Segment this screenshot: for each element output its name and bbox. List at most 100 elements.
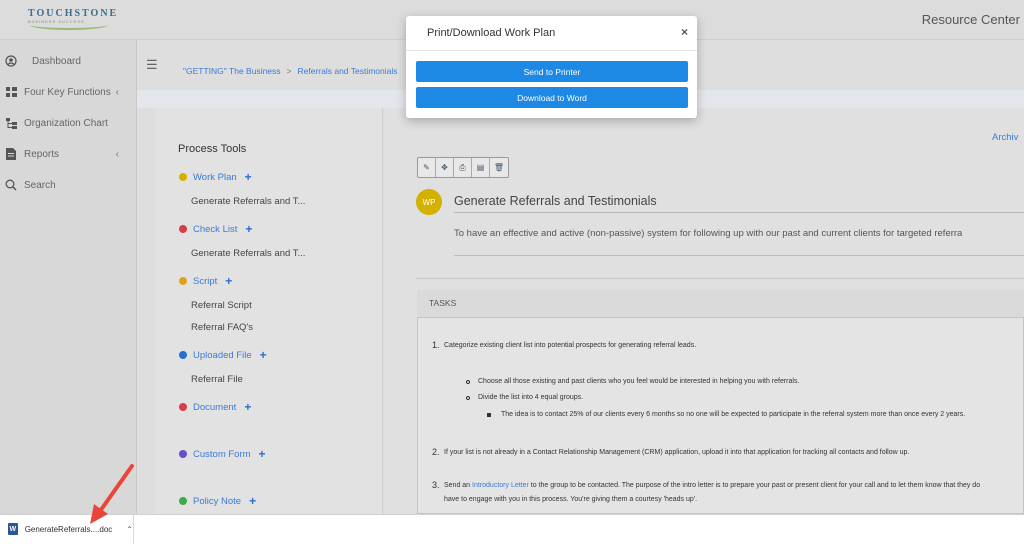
description-underline	[454, 255, 1024, 256]
section-divider	[416, 278, 1024, 279]
tasks-header	[417, 290, 1024, 318]
edit-icon[interactable]: ✎	[418, 158, 436, 177]
bullet-icon	[466, 396, 470, 400]
sidebar-item-dashboard[interactable]: Dashboard	[0, 50, 137, 72]
breadcrumb: "GETTING" The Business > Referrals and T…	[183, 66, 398, 76]
user-circle-icon	[4, 54, 18, 68]
tool-category-label: Uploaded File	[193, 349, 252, 361]
task-number: 3.	[432, 480, 440, 490]
status-dot	[179, 173, 187, 181]
logo-swoosh	[30, 20, 108, 30]
tool-item-work-plan[interactable]: Generate Referrals and T...	[191, 196, 305, 207]
status-dot	[179, 351, 187, 359]
title-underline	[454, 212, 1024, 213]
task-number: 1.	[432, 340, 440, 350]
task-number: 2.	[432, 447, 440, 457]
bullet-icon	[466, 380, 470, 384]
download-bar	[0, 514, 1024, 544]
task-text: have to engage with you in this process.…	[444, 496, 698, 503]
print-icon[interactable]: ⎙	[454, 158, 472, 177]
task-text-pre: Send an	[444, 482, 473, 489]
tasks-label: TASKS	[429, 298, 457, 308]
work-plan-badge: WP	[416, 189, 442, 215]
add-script-icon[interactable]: +	[225, 274, 232, 288]
tool-category-label: Custom Form	[193, 448, 251, 460]
add-check-list-icon[interactable]: +	[245, 222, 252, 236]
process-tools-title: Process Tools	[178, 143, 247, 155]
introductory-letter-link[interactable]: Introductory Letter	[472, 482, 529, 489]
report-icon	[4, 147, 18, 161]
tool-category-check-list[interactable]: Check List +	[179, 222, 252, 236]
task-text: If your list is not already in a Contact…	[444, 449, 910, 456]
breadcrumb-item-referrals[interactable]: Referrals and Testimonials	[298, 66, 398, 76]
add-document-icon[interactable]: +	[244, 400, 251, 414]
modal-title: Print/Download Work Plan	[427, 27, 556, 39]
sidebar-item-label: Dashboard	[32, 55, 81, 67]
resource-center-link[interactable]: Resource Center	[922, 12, 1020, 27]
download-to-word-button[interactable]: Download to Word	[416, 87, 688, 108]
status-dot	[179, 403, 187, 411]
annotation-arrow-icon	[90, 464, 134, 524]
sidebar-item-four-key-functions[interactable]: Four Key Functions ‹	[0, 81, 137, 103]
sidebar-item-search[interactable]: Search	[0, 174, 137, 196]
print-download-modal: Print/Download Work Plan × Send to Print…	[406, 16, 697, 118]
sidebar-item-label: Organization Chart	[24, 117, 108, 129]
logo-text: TOUCHSTONE	[28, 8, 119, 19]
touchstone-logo[interactable]: TOUCHSTONE BUSINESS SUCCESS	[28, 8, 119, 32]
close-icon[interactable]: ×	[681, 25, 688, 39]
tool-category-label: Document	[193, 401, 237, 413]
breadcrumb-item-getting-the-business[interactable]: "GETTING" The Business	[183, 66, 281, 76]
tool-category-label: Check List	[193, 223, 238, 235]
status-dot	[179, 450, 187, 458]
add-policy-note-icon[interactable]: +	[249, 494, 256, 508]
add-custom-form-icon[interactable]: +	[259, 447, 266, 461]
sidebar-item-label: Reports	[24, 148, 60, 160]
status-dot	[179, 497, 187, 505]
task-subitem-text: Divide the list into 4 equal groups.	[478, 394, 584, 401]
chevron-left-icon: ‹	[115, 148, 119, 160]
hamburger-menu-icon[interactable]: ☰	[146, 57, 158, 73]
square-bullet-icon	[487, 413, 491, 417]
work-plan-toolbar: ✎ ✥ ⎙ ▤ 🗑	[417, 157, 509, 178]
grid-icon	[4, 85, 18, 99]
archive-icon[interactable]: ▤	[472, 158, 490, 177]
tool-category-policy-note[interactable]: Policy Note +	[179, 494, 256, 508]
tool-category-work-plan[interactable]: Work Plan +	[179, 170, 252, 184]
status-dot	[179, 277, 187, 285]
tool-item-check-list[interactable]: Generate Referrals and T...	[191, 248, 305, 259]
trash-icon[interactable]: 🗑	[490, 158, 508, 177]
task-text: Categorize existing client list into pot…	[444, 342, 697, 349]
tool-item-referral-file[interactable]: Referral File	[191, 374, 243, 385]
tasks-panel	[417, 290, 1024, 514]
plan-title: Generate Referrals and Testimonials	[454, 194, 657, 208]
tool-category-custom-form[interactable]: Custom Form +	[179, 447, 266, 461]
tool-item-referral-faqs[interactable]: Referral FAQ's	[191, 322, 253, 333]
move-icon[interactable]: ✥	[436, 158, 454, 177]
breadcrumb-separator: >	[286, 66, 292, 76]
sidebar-item-organization-chart[interactable]: Organization Chart	[0, 112, 137, 134]
tool-category-label: Policy Note	[193, 495, 242, 507]
task-subitem-text: The idea is to contact 25% of our client…	[501, 411, 966, 418]
chevron-left-icon: ‹	[115, 86, 119, 98]
tool-item-referral-script[interactable]: Referral Script	[191, 300, 252, 311]
modal-divider	[406, 50, 697, 51]
tool-category-document[interactable]: Document +	[179, 400, 251, 414]
tool-category-label: Work Plan	[193, 171, 237, 183]
plan-description: To have an effective and active (non-pas…	[454, 228, 963, 239]
org-chart-icon	[4, 116, 18, 130]
tool-category-label: Script	[193, 275, 218, 287]
add-uploaded-file-icon[interactable]: +	[260, 348, 267, 362]
task-text: Send an Introductory Letter to the group…	[444, 482, 980, 489]
sidebar-item-label: Four Key Functions	[24, 86, 111, 98]
archive-link[interactable]: Archiv	[992, 132, 1018, 143]
tool-category-script[interactable]: Script +	[179, 274, 232, 288]
search-icon	[4, 178, 18, 192]
add-work-plan-icon[interactable]: +	[245, 170, 252, 184]
send-to-printer-button[interactable]: Send to Printer	[416, 61, 688, 82]
tool-category-uploaded-file[interactable]: Uploaded File +	[179, 348, 267, 362]
word-doc-icon: W	[8, 523, 18, 535]
task-subitem-text: Choose all those existing and past clien…	[478, 378, 800, 385]
sidebar-item-reports[interactable]: Reports ‹	[0, 143, 137, 165]
sidebar-item-label: Search	[24, 179, 56, 191]
status-dot	[179, 225, 187, 233]
